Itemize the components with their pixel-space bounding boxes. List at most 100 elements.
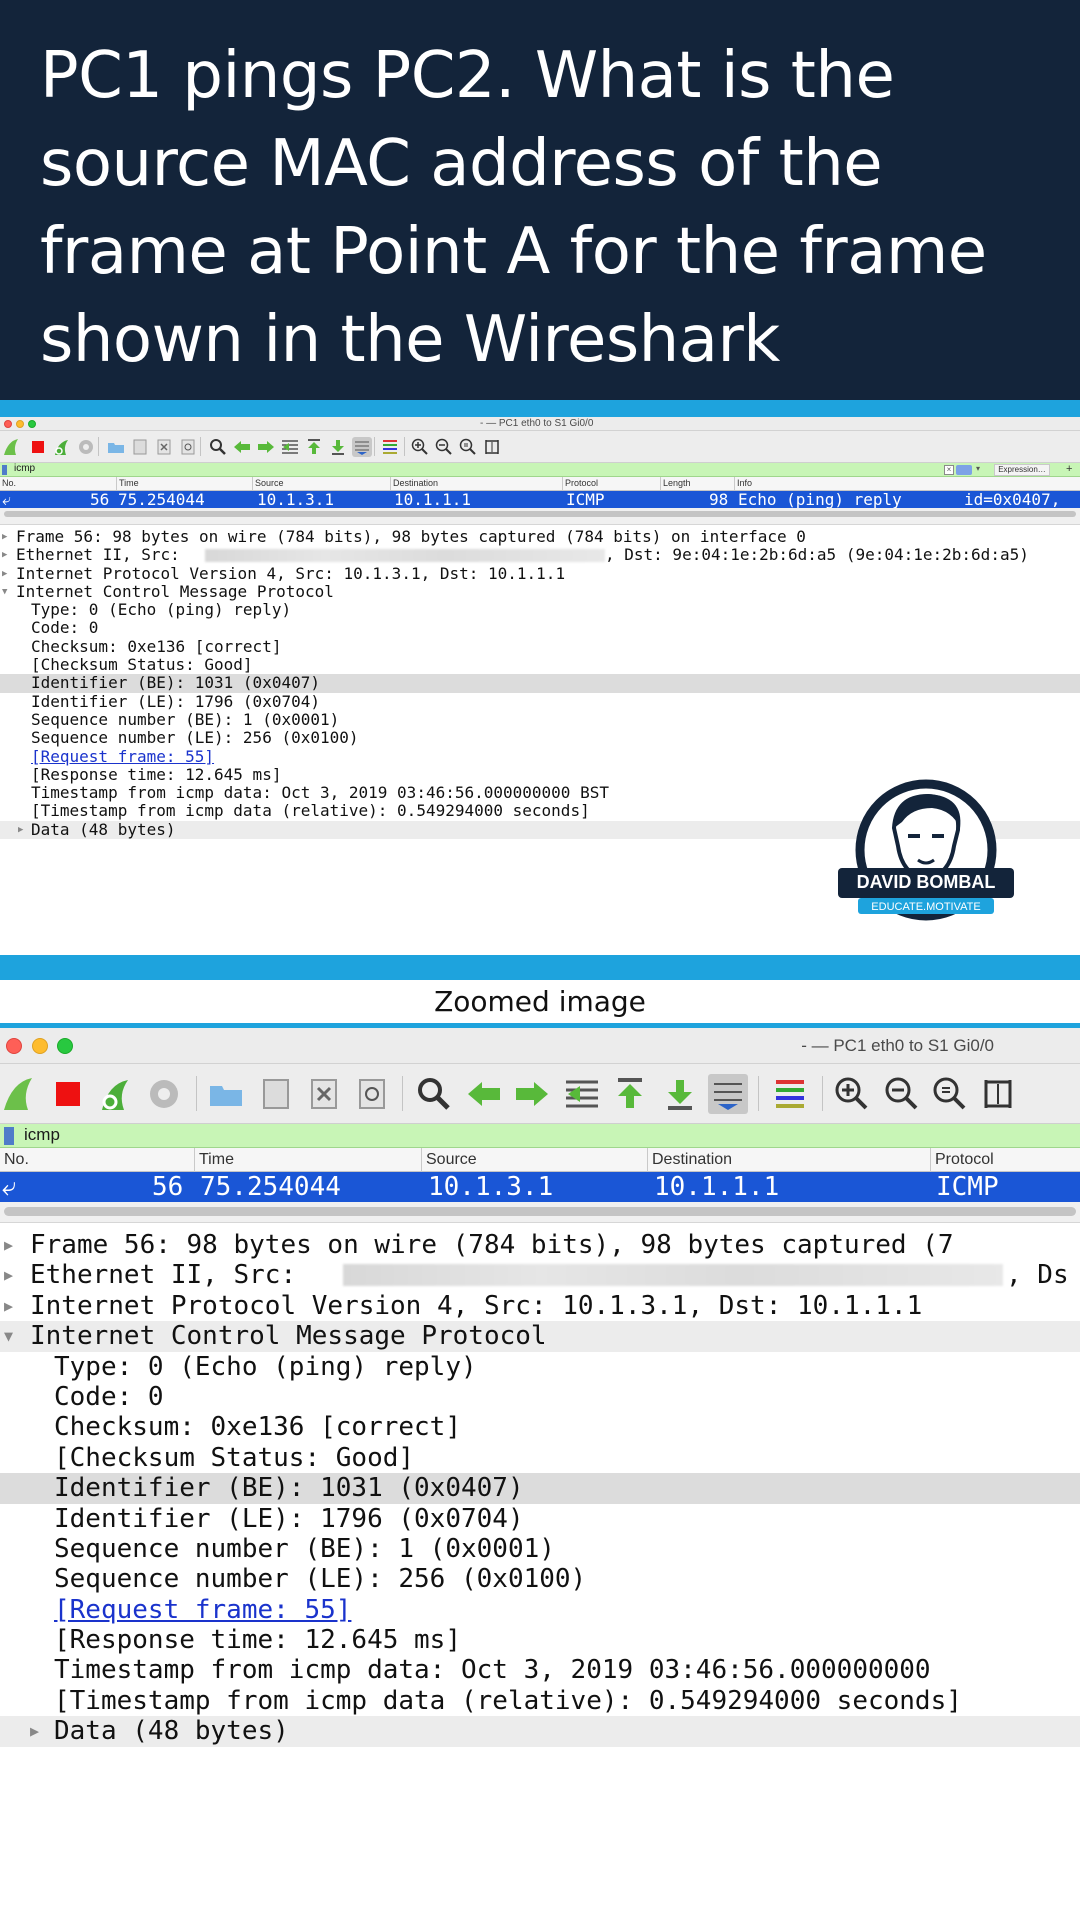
zoom-out-icon[interactable] <box>882 1074 922 1114</box>
zoom-window-button[interactable] <box>57 1038 73 1054</box>
go-forward-icon[interactable] <box>256 437 276 457</box>
restart-capture-icon[interactable] <box>52 437 72 457</box>
detail-checksum-status[interactable]: [Checksum Status: Good] <box>0 655 1080 674</box>
column-protocol[interactable]: Protocol <box>562 477 598 490</box>
column-length[interactable]: Length <box>660 477 691 490</box>
save-file-icon[interactable] <box>130 437 150 457</box>
detail-ip[interactable]: ▶ Internet Protocol Version 4, Src: 10.1.… <box>0 1291 1080 1321</box>
pane-splitter[interactable] <box>0 1222 1080 1230</box>
close-file-icon[interactable] <box>154 437 174 457</box>
detail-identifier-le[interactable]: Identifier (LE): 1796 (0x0704) <box>0 1504 1080 1534</box>
column-no[interactable]: No. <box>0 477 16 490</box>
detail-seq-be[interactable]: Sequence number (BE): 1 (0x0001) <box>0 710 1080 729</box>
detail-type[interactable]: Type: 0 (Echo (ping) reply) <box>0 600 1080 619</box>
normal-size-icon[interactable] <box>458 437 478 457</box>
find-packet-icon[interactable] <box>208 437 228 457</box>
detail-data[interactable]: ▶ Data (48 bytes) <box>0 1716 1080 1747</box>
shark-fin-start-icon[interactable] <box>0 1074 40 1114</box>
detail-icmp[interactable]: ▼ Internet Control Message Protocol <box>0 1321 1080 1352</box>
detail-code[interactable]: Code: 0 <box>0 619 1080 638</box>
go-first-packet-icon[interactable] <box>304 437 324 457</box>
column-destination[interactable]: Destination <box>390 477 438 490</box>
go-back-icon[interactable] <box>232 437 252 457</box>
go-to-packet-icon[interactable] <box>280 437 300 457</box>
detail-timestamp[interactable]: Timestamp from icmp data: Oct 3, 2019 03… <box>0 1655 1080 1685</box>
filter-bookmark-icon[interactable] <box>2 465 7 475</box>
detail-checksum[interactable]: Checksum: 0xe136 [correct] <box>0 1412 1080 1442</box>
close-window-button[interactable] <box>6 1038 22 1054</box>
detail-ethernet[interactable]: ▶ Ethernet II, Src:, Ds <box>0 1260 1080 1290</box>
detail-identifier-le[interactable]: Identifier (LE): 1796 (0x0704) <box>0 692 1080 711</box>
packet-list-scrollbar[interactable] <box>0 1202 1080 1222</box>
save-file-icon[interactable] <box>256 1074 296 1114</box>
colorize-icon[interactable] <box>380 437 400 457</box>
column-source[interactable]: Source <box>252 477 284 490</box>
filter-bookmark-icon[interactable] <box>4 1127 14 1145</box>
normal-size-icon[interactable] <box>930 1074 970 1114</box>
detail-response-time[interactable]: [Response time: 12.645 ms] <box>0 1625 1080 1655</box>
go-first-packet-icon[interactable] <box>610 1074 650 1114</box>
shark-fin-start-icon[interactable] <box>2 437 22 457</box>
detail-ip[interactable]: ▶ Internet Protocol Version 4, Src: 10.1.… <box>0 564 1080 583</box>
column-time[interactable]: Time <box>116 477 139 490</box>
display-filter-bar-zoomed[interactable]: icmp <box>0 1124 1080 1148</box>
packet-row-selected[interactable]: ⤶ 56 75.254044 10.1.3.1 10.1.1.1 ICMP 98… <box>0 491 1080 508</box>
stop-capture-icon[interactable] <box>48 1074 88 1114</box>
auto-scroll-icon[interactable] <box>708 1073 748 1114</box>
expression-button[interactable]: Expression… <box>994 464 1050 476</box>
zoom-in-icon[interactable] <box>410 437 430 457</box>
add-filter-button[interactable]: + <box>1066 463 1072 475</box>
detail-type[interactable]: Type: 0 (Echo (ping) reply) <box>0 1352 1080 1382</box>
column-destination[interactable]: Destination <box>647 1148 732 1172</box>
detail-frame[interactable]: ▶ Frame 56: 98 bytes on wire (784 bits), … <box>0 527 1080 546</box>
detail-ethernet[interactable]: ▶ Ethernet II, Src:, Dst: 9e:04:1e:2b:6d:… <box>0 545 1080 564</box>
reload-file-icon[interactable] <box>178 437 198 457</box>
go-back-icon[interactable] <box>464 1074 504 1114</box>
resize-columns-icon[interactable] <box>978 1074 1018 1114</box>
detail-request-frame-link[interactable]: [Request frame: 55] <box>0 1595 1080 1625</box>
zoom-window-button[interactable] <box>28 420 36 428</box>
zoom-in-icon[interactable] <box>832 1074 872 1114</box>
capture-options-icon[interactable] <box>144 1074 184 1114</box>
minimize-window-button[interactable] <box>16 420 24 428</box>
find-packet-icon[interactable] <box>414 1074 454 1114</box>
open-file-icon[interactable] <box>106 437 126 457</box>
zoom-out-icon[interactable] <box>434 437 454 457</box>
apply-filter-icon[interactable] <box>956 465 972 475</box>
filter-history-dropdown-icon[interactable]: ▾ <box>976 464 980 473</box>
column-no[interactable]: No. <box>0 1148 29 1172</box>
packet-list-scrollbar[interactable] <box>0 508 1080 524</box>
resize-columns-icon[interactable] <box>482 437 502 457</box>
minimize-window-button[interactable] <box>32 1038 48 1054</box>
column-protocol[interactable]: Protocol <box>930 1148 994 1172</box>
detail-timestamp-relative[interactable]: [Timestamp from icmp data (relative): 0.… <box>0 1686 1080 1716</box>
restart-capture-icon[interactable] <box>96 1074 136 1114</box>
go-to-packet-icon[interactable] <box>562 1074 602 1114</box>
open-file-icon[interactable] <box>206 1074 246 1114</box>
detail-seq-le[interactable]: Sequence number (LE): 256 (0x0100) <box>0 728 1080 747</box>
detail-checksum[interactable]: Checksum: 0xe136 [correct] <box>0 637 1080 656</box>
close-file-icon[interactable] <box>304 1074 344 1114</box>
stop-capture-icon[interactable] <box>28 437 48 457</box>
column-source[interactable]: Source <box>421 1148 477 1172</box>
detail-request-frame-link[interactable]: [Request frame: 55] <box>0 747 1080 766</box>
colorize-icon[interactable] <box>770 1074 810 1114</box>
detail-icmp[interactable]: ▼ Internet Control Message Protocol <box>0 582 1080 601</box>
close-window-button[interactable] <box>4 420 12 428</box>
auto-scroll-icon[interactable] <box>352 436 372 457</box>
go-forward-icon[interactable] <box>512 1074 552 1114</box>
detail-identifier-be[interactable]: Identifier (BE): 1031 (0x0407) <box>0 1473 1080 1504</box>
detail-checksum-status[interactable]: [Checksum Status: Good] <box>0 1443 1080 1473</box>
detail-seq-be[interactable]: Sequence number (BE): 1 (0x0001) <box>0 1534 1080 1564</box>
detail-frame[interactable]: ▶ Frame 56: 98 bytes on wire (784 bits), … <box>0 1230 1080 1260</box>
detail-seq-le[interactable]: Sequence number (LE): 256 (0x0100) <box>0 1564 1080 1594</box>
reload-file-icon[interactable] <box>352 1074 392 1114</box>
capture-options-icon[interactable] <box>76 437 96 457</box>
column-info[interactable]: Info <box>734 477 752 490</box>
clear-filter-icon[interactable]: × <box>944 465 954 475</box>
detail-code[interactable]: Code: 0 <box>0 1382 1080 1412</box>
packet-row-selected-zoomed[interactable]: ⤶ 56 75.254044 10.1.3.1 10.1.1.1 ICMP <box>0 1172 1080 1202</box>
display-filter-bar[interactable]: icmp × ▾ Expression… + <box>0 463 1080 477</box>
display-filter-input[interactable]: icmp <box>24 1125 60 1145</box>
column-time[interactable]: Time <box>194 1148 234 1172</box>
